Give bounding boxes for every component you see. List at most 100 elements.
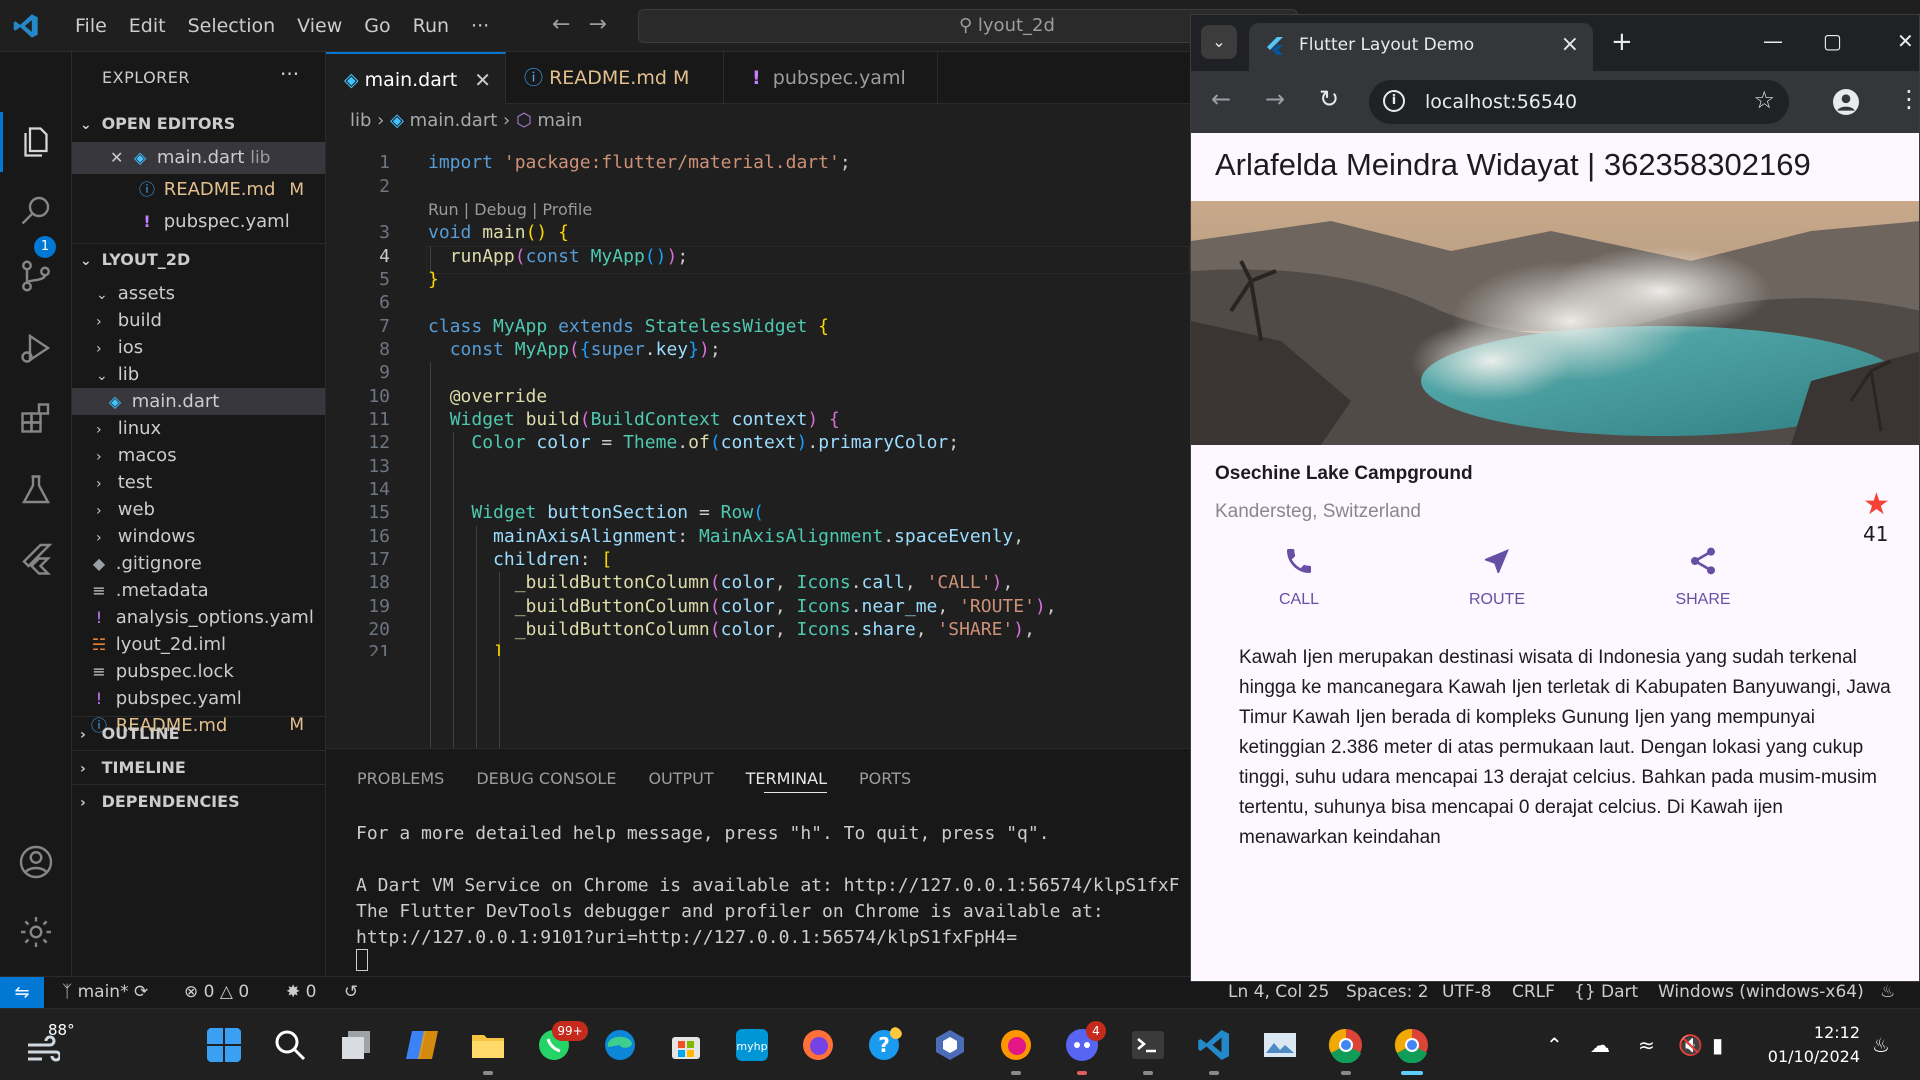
browser-tab-active[interactable]: Flutter Layout Demo × (1249, 23, 1593, 71)
outline-section[interactable]: › OUTLINE (72, 718, 325, 750)
back-arrow-icon[interactable]: ← (552, 12, 570, 37)
myhp-icon[interactable]: myhp (734, 1027, 770, 1063)
tree-item[interactable]: ! analysis_options.yaml (72, 604, 325, 631)
chrome-icon[interactable] (1328, 1027, 1364, 1063)
testing-flask-icon[interactable] (18, 472, 54, 508)
tree-item[interactable]: ⌄ assets (72, 280, 325, 307)
menu-run[interactable]: Run (402, 15, 460, 37)
file-explorer-icon[interactable] (470, 1027, 506, 1063)
tree-item[interactable]: › windows (72, 523, 325, 550)
menu-view[interactable]: View (286, 15, 353, 37)
new-tab-plus-icon[interactable]: + (1611, 27, 1633, 57)
battery-icon[interactable]: ▮ (1712, 1009, 1723, 1080)
remote-indicator-icon[interactable]: ⇋ (0, 977, 44, 1009)
site-info-icon[interactable]: i (1383, 90, 1405, 112)
route-button[interactable]: ROUTE (1437, 545, 1557, 609)
star-icon[interactable]: ★ (1863, 487, 1890, 522)
minimize-icon[interactable]: — (1763, 29, 1783, 53)
tree-item[interactable]: ◆ .gitignore (72, 550, 325, 577)
profile-avatar-icon[interactable] (1833, 89, 1859, 115)
close-tab-icon[interactable]: ✕ (474, 54, 491, 106)
open-editor-main-dart[interactable]: ✕ ◈ main.dart lib (72, 142, 325, 174)
browser-menu-icon[interactable]: ⋮ (1897, 85, 1919, 113)
weather-widget[interactable]: 88° (26, 1021, 86, 1069)
volume-muted-icon[interactable]: 🔇 (1678, 1009, 1703, 1080)
source-control-icon[interactable] (18, 258, 54, 294)
tree-item[interactable]: › ios (72, 334, 325, 361)
bookmark-star-icon[interactable]: ☆ (1753, 86, 1775, 114)
menu-selection[interactable]: Selection (177, 15, 287, 37)
reload-icon[interactable]: ↻ (1319, 85, 1339, 113)
account-icon[interactable] (18, 844, 54, 880)
open-editors-section[interactable]: ⌄ OPEN EDITORS (72, 108, 325, 140)
menu-go[interactable]: Go (353, 15, 401, 37)
browser-forward-icon[interactable]: → (1265, 85, 1285, 113)
maximize-icon[interactable]: ▢ (1823, 29, 1842, 53)
share-button[interactable]: SHARE (1643, 545, 1763, 609)
tree-item[interactable]: › test (72, 469, 325, 496)
tab-ports[interactable]: PORTS (846, 749, 930, 801)
task-view-icon[interactable] (338, 1027, 374, 1063)
tree-item[interactable]: › macos (72, 442, 325, 469)
vscode-taskbar-icon[interactable] (1196, 1027, 1232, 1063)
flutter-icon[interactable] (18, 542, 54, 578)
terminal-icon[interactable] (1130, 1027, 1166, 1063)
problems-indicator[interactable]: ⊗ 0 △ 0 (184, 977, 249, 1008)
tab-debug-console[interactable]: DEBUG CONSOLE (463, 749, 635, 801)
microsoft-store-icon[interactable] (668, 1027, 704, 1063)
breadcrumb-symbol[interactable]: main (537, 110, 582, 131)
tree-item[interactable]: › linux (72, 415, 325, 442)
address-bar[interactable]: i localhost:56540 ☆ (1369, 80, 1789, 124)
open-editor-pubspec[interactable]: ! pubspec.yaml (72, 206, 325, 238)
windows-start-icon[interactable] (206, 1027, 242, 1063)
window-close-icon[interactable]: ✕ (1897, 29, 1914, 53)
run-debug-icon[interactable] (18, 330, 54, 366)
menu-more[interactable]: ··· (460, 15, 500, 37)
dependencies-section[interactable]: › DEPENDENCIES (72, 786, 325, 818)
copilot-app-icon[interactable] (932, 1027, 968, 1063)
tree-item[interactable]: ≡ pubspec.lock (72, 658, 325, 685)
tab-readme[interactable]: ⓘ README.md M (506, 52, 724, 104)
explorer-more-icon[interactable]: ··· (280, 62, 299, 86)
tab-terminal[interactable]: TERMINAL (733, 749, 846, 801)
firefox-alt-icon[interactable] (998, 1027, 1034, 1063)
firefox-icon[interactable] (800, 1027, 836, 1063)
wifi-icon[interactable]: ≈ (1638, 1009, 1655, 1080)
tab-output[interactable]: OUTPUT (635, 749, 732, 801)
debug-run-icon[interactable]: ↺ (344, 977, 358, 1008)
explorer-files-icon[interactable] (18, 124, 54, 160)
taskbar-search-icon[interactable] (272, 1027, 308, 1063)
search-icon[interactable] (18, 192, 54, 228)
project-section[interactable]: ⌄ LYOUT_2D (72, 244, 325, 276)
settings-gear-icon[interactable] (18, 914, 54, 950)
forward-arrow-icon[interactable]: → (588, 12, 606, 37)
close-icon[interactable]: ✕ (110, 148, 123, 167)
breadcrumb-file[interactable]: main.dart (410, 110, 498, 131)
system-clock[interactable]: 12:12 01/10/2024 (1750, 1021, 1860, 1069)
ports-indicator[interactable]: ✸ 0 (286, 977, 316, 1008)
tree-item[interactable]: ⌄ lib (72, 361, 325, 388)
tree-item[interactable]: ≡ .metadata (72, 577, 325, 604)
close-tab-icon[interactable]: × (1561, 32, 1579, 57)
breadcrumb-folder[interactable]: lib (350, 110, 371, 131)
menu-file[interactable]: File (64, 15, 118, 37)
chrome-active-icon[interactable] (1394, 1027, 1430, 1063)
tree-item[interactable]: ◈ main.dart (72, 388, 325, 415)
onedrive-cloud-icon[interactable]: ☁ (1590, 1009, 1610, 1080)
tree-item[interactable]: › web (72, 496, 325, 523)
open-editor-readme[interactable]: ⓘ README.md M (72, 174, 325, 206)
notification-bell-icon[interactable]: ♨ (1872, 1009, 1890, 1080)
tab-problems[interactable]: PROBLEMS (326, 749, 463, 801)
edge-browser-icon[interactable] (602, 1027, 638, 1063)
tab-main-dart[interactable]: ◈ main.dart ✕ (326, 52, 506, 104)
help-icon[interactable]: ? (866, 1027, 902, 1063)
tree-item[interactable]: ! pubspec.yaml (72, 685, 325, 712)
branch-indicator[interactable]: ᛉ main* ⟳ (62, 977, 148, 1008)
tab-pubspec[interactable]: ! pubspec.yaml (724, 52, 938, 104)
code-lens[interactable]: Run | Debug | Profile (428, 200, 592, 219)
extensions-icon[interactable] (18, 400, 54, 436)
timeline-section[interactable]: › TIMELINE (72, 752, 325, 784)
browser-back-icon[interactable]: ← (1211, 85, 1231, 113)
image-viewer-icon[interactable] (1262, 1027, 1298, 1063)
copilot-icon[interactable] (404, 1027, 440, 1063)
